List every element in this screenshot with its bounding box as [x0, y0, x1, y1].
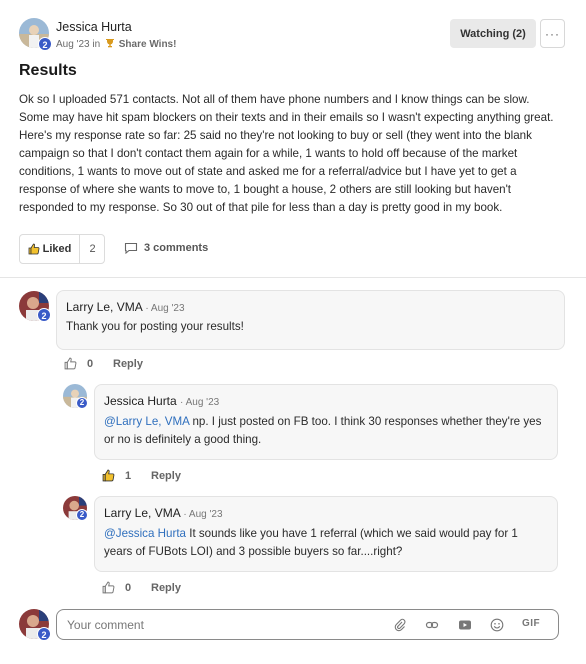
- level-badge: 2: [76, 397, 88, 409]
- comment-author: Larry Le, VMA · Aug '23: [66, 300, 185, 314]
- comment-body: Thank you for posting your results!: [66, 320, 244, 333]
- comment-input[interactable]: [67, 616, 367, 634]
- liked-button[interactable]: Liked: [20, 235, 79, 263]
- emoji-icon[interactable]: [490, 618, 504, 632]
- comment-author-name[interactable]: Larry Le, VMA: [104, 506, 180, 520]
- level-badge: 2: [76, 509, 88, 521]
- post-meta: Aug '23 in Share Wins!: [56, 38, 176, 50]
- mention-link[interactable]: @Larry Le, VMA: [104, 415, 189, 428]
- comment-actions: 1 Reply: [102, 469, 181, 482]
- comment-text: @Jessica Hurta It sounds like you have 1…: [104, 525, 549, 561]
- comment-author: Larry Le, VMA · Aug '23: [104, 506, 223, 520]
- comment-time: · Aug '23: [180, 397, 220, 408]
- comments-count-label: 3 comments: [144, 242, 209, 254]
- post-in-text: in: [92, 39, 101, 50]
- reply-button[interactable]: Reply: [113, 358, 143, 370]
- level-badge: 2: [37, 308, 51, 322]
- comments-count-link[interactable]: 3 comments: [124, 242, 208, 254]
- liked-label: Liked: [42, 243, 72, 255]
- post-body: Ok so I uploaded 571 contacts. Not all o…: [19, 93, 554, 214]
- comment-like-count: 0: [87, 357, 94, 370]
- attachment-icon[interactable]: [393, 618, 407, 632]
- like-control: Liked 2: [19, 234, 105, 264]
- level-badge: 2: [37, 627, 51, 641]
- link-icon[interactable]: [425, 618, 439, 632]
- post-title: Results: [19, 62, 77, 79]
- more-options-button[interactable]: ···: [540, 19, 565, 48]
- post-date: Aug '23: [56, 39, 90, 50]
- comment-time: · Aug '23: [183, 509, 223, 520]
- comment-like-count: 0: [125, 581, 132, 594]
- thumbs-up-icon: [28, 243, 40, 255]
- watching-button[interactable]: Watching (2): [450, 19, 536, 48]
- video-icon[interactable]: [458, 618, 472, 632]
- thumbs-up-icon[interactable]: [102, 469, 115, 482]
- comment-author-name[interactable]: Jessica Hurta: [104, 394, 177, 408]
- comment-like-count: 1: [125, 469, 132, 482]
- gif-button[interactable]: GIF: [522, 618, 540, 629]
- comment-bubble-icon: [124, 242, 138, 254]
- thumbs-up-outline-icon[interactable]: [102, 581, 115, 594]
- trophy-icon: [105, 39, 114, 48]
- like-count[interactable]: 2: [79, 235, 105, 263]
- post-author-name[interactable]: Jessica Hurta: [56, 20, 132, 34]
- comment-author: Jessica Hurta · Aug '23: [104, 394, 219, 408]
- comment-time: · Aug '23: [145, 303, 185, 314]
- post-category[interactable]: Share Wins!: [119, 39, 177, 50]
- comment-composer: GIF: [56, 609, 559, 640]
- comment-author-name[interactable]: Larry Le, VMA: [66, 300, 142, 314]
- comment-actions: 0 Reply: [64, 357, 143, 370]
- level-badge: 2: [38, 37, 52, 51]
- mention-link[interactable]: @Jessica Hurta: [104, 527, 186, 540]
- post-divider: [0, 277, 586, 278]
- comment-text: Thank you for posting your results!: [66, 318, 556, 336]
- comment-text: @Larry Le, VMA np. I just posted on FB t…: [104, 413, 549, 449]
- reply-button[interactable]: Reply: [151, 582, 181, 594]
- reply-button[interactable]: Reply: [151, 470, 181, 482]
- thumbs-up-outline-icon[interactable]: [64, 357, 77, 370]
- comment-actions: 0 Reply: [102, 581, 181, 594]
